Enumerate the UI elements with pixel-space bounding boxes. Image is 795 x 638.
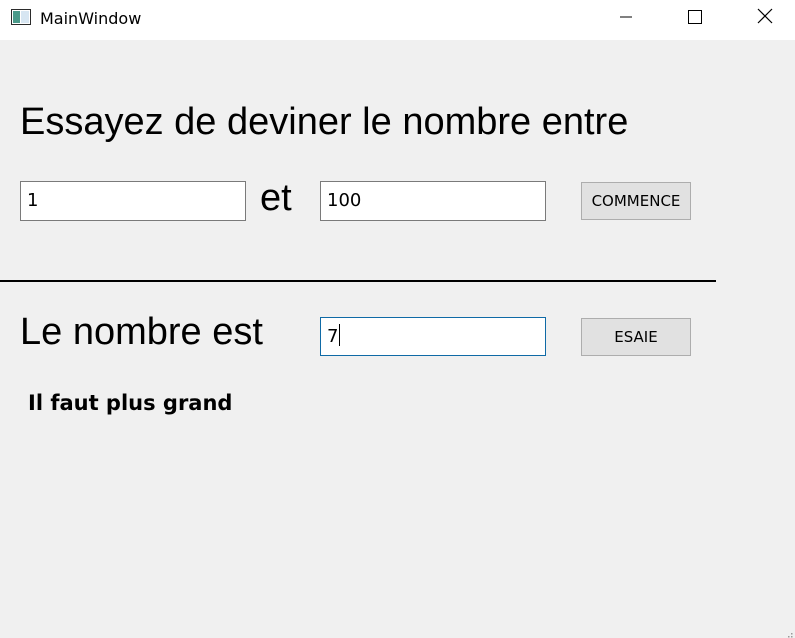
start-button[interactable]: COMMENCE (581, 182, 691, 220)
range-heading: Essayez de deviner le nombre entre (20, 101, 629, 143)
close-button[interactable] (742, 0, 788, 36)
resize-grip-icon[interactable] (783, 626, 793, 638)
max-value-input[interactable]: 100 (320, 181, 546, 221)
window-title: MainWindow (40, 9, 142, 28)
range-separator-label: et (260, 177, 292, 219)
close-icon (757, 8, 773, 28)
app-window-icon (11, 9, 31, 25)
maximize-button[interactable] (672, 0, 718, 36)
minimize-icon (619, 9, 633, 28)
guess-label: Le nombre est (20, 311, 263, 353)
maximize-icon (688, 9, 702, 28)
result-message: Il faut plus grand (28, 391, 233, 415)
main-window: MainWindow Essayez de deviner le nombre … (0, 0, 795, 638)
guess-input-value: 7 (327, 326, 339, 347)
min-value-input[interactable]: 1 (20, 181, 246, 221)
minimize-button[interactable] (603, 0, 649, 36)
try-button[interactable]: ESAIE (581, 318, 691, 356)
text-caret (339, 324, 341, 346)
title-bar[interactable]: MainWindow (0, 0, 795, 40)
section-divider (0, 280, 716, 282)
guess-input[interactable]: 7 (320, 317, 546, 356)
